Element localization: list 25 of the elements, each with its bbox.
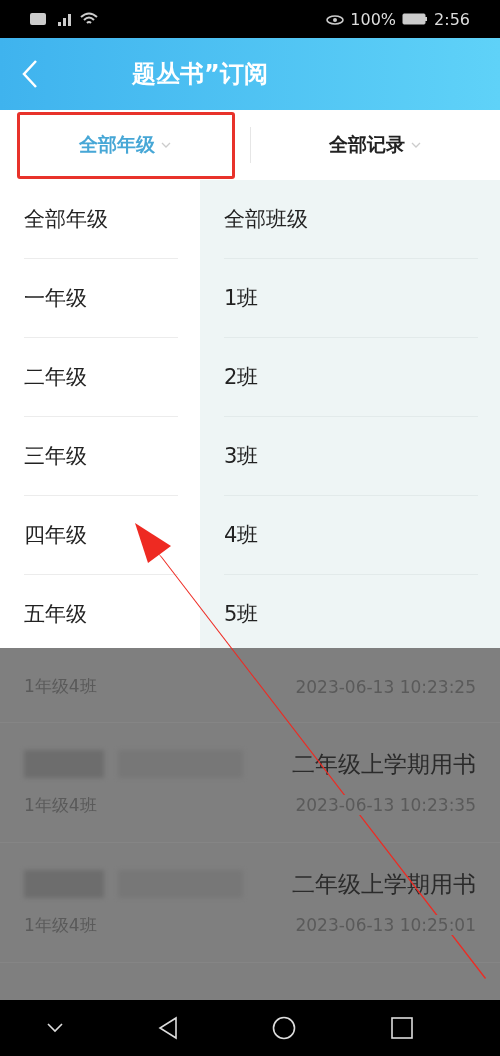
caret-icon: [411, 142, 422, 148]
page-title: 题丛书”订阅: [132, 59, 268, 90]
class-option[interactable]: 全部班级: [224, 180, 478, 258]
home-icon[interactable]: [272, 1016, 297, 1040]
collapse-icon[interactable]: [47, 1023, 64, 1033]
battery-percent: 100%: [350, 9, 397, 29]
filter-tab[interactable]: 全部记录: [250, 120, 500, 170]
battery-icon: [402, 13, 429, 25]
grade-option[interactable]: 四年级: [24, 496, 178, 574]
class-option[interactable]: 1班: [224, 259, 478, 337]
grade-option[interactable]: 一年级: [24, 259, 178, 337]
grade-option[interactable]: 二年级: [24, 338, 178, 416]
grade-option[interactable]: 全部年级: [24, 180, 178, 258]
wifi-icon: [80, 12, 98, 26]
class-option[interactable]: 3班: [224, 417, 478, 495]
class-option[interactable]: 4班: [224, 496, 478, 574]
back-icon[interactable]: [157, 1016, 178, 1040]
caret-icon: [160, 142, 171, 148]
clock: 2:56: [434, 9, 470, 29]
eye-icon: [326, 13, 345, 25]
grade-option[interactable]: 三年级: [24, 417, 178, 495]
recents-icon[interactable]: [390, 1017, 413, 1039]
class-option[interactable]: 2班: [224, 338, 478, 416]
class-option[interactable]: 5班: [224, 575, 478, 653]
grade-option[interactable]: 五年级: [24, 575, 178, 653]
